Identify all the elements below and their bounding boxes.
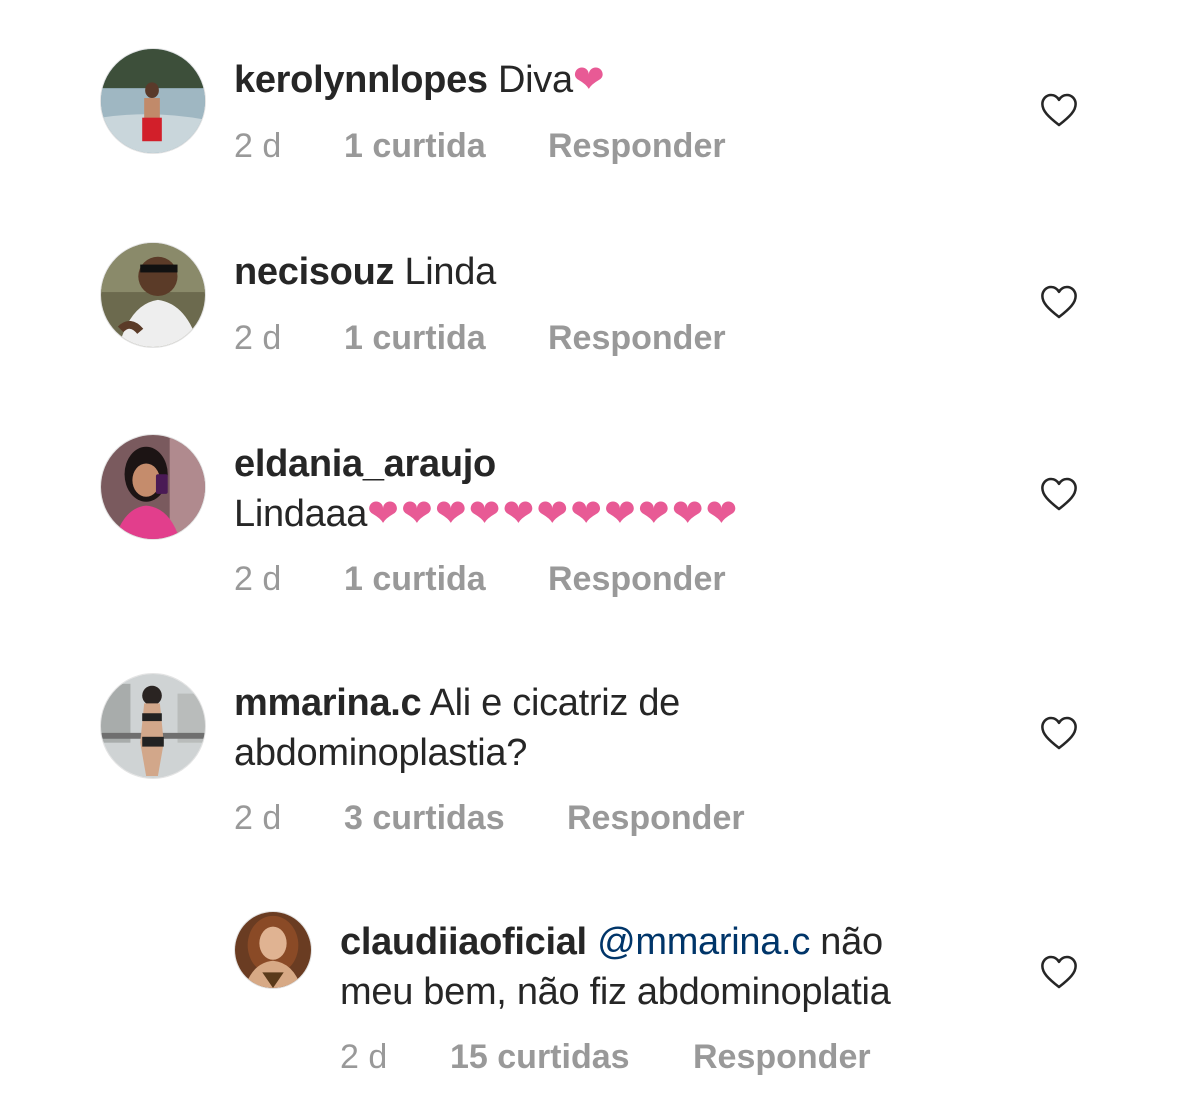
comment-likes[interactable]: 1 curtida — [344, 126, 486, 166]
comment-likes[interactable]: 3 curtidas — [344, 798, 505, 838]
comment-text: Lindaaa❤❤❤❤❤❤❤❤❤❤❤ — [234, 489, 739, 539]
comment-username[interactable]: eldania_araujo — [234, 443, 496, 485]
comment-content: não — [810, 921, 883, 963]
comment-text-line2: abdominoplastia? — [234, 732, 528, 774]
comment-body: kerolynnlopes Diva❤ — [234, 55, 607, 105]
comment-likes[interactable]: 15 curtidas — [450, 1037, 630, 1077]
comment-username[interactable]: claudiiaoficial — [340, 921, 587, 963]
mention-link[interactable]: @mmarina.c — [597, 921, 810, 963]
comment-time: 2 d — [340, 1038, 388, 1076]
heart-outline-icon[interactable] — [1040, 715, 1078, 751]
reply-button[interactable]: Responder — [567, 798, 745, 838]
comment-time: 2 d — [234, 560, 282, 598]
reply-button[interactable]: Responder — [548, 126, 726, 166]
comment-body: claudiiaoficial @mmarina.c não meu bem, … — [340, 917, 891, 1017]
comment-body: necisouz Linda — [234, 247, 496, 297]
comment-body: mmarina.c Ali e cicatriz de abdominoplas… — [234, 678, 680, 778]
comment-username-line: eldania_araujo — [234, 439, 739, 489]
reply-button[interactable]: Responder — [548, 559, 726, 599]
comment-list: kerolynnlopes Diva❤ 2 d 1 curtida Respon… — [0, 0, 1200, 1113]
comment-content: Linda — [394, 251, 496, 293]
comment-text: necisouz Linda — [234, 247, 496, 297]
reply-button[interactable]: Responder — [693, 1037, 871, 1077]
heart-emoji: ❤❤❤❤❤❤❤❤❤❤❤ — [367, 493, 740, 535]
comment-content: Diva — [487, 59, 573, 101]
comment-username[interactable]: mmarina.c — [234, 682, 422, 724]
avatar[interactable] — [100, 434, 206, 540]
comment-body: eldania_araujo Lindaaa❤❤❤❤❤❤❤❤❤❤❤ — [234, 439, 739, 539]
comment-username[interactable]: necisouz — [234, 251, 395, 293]
comment-content: Lindaaa — [234, 493, 368, 535]
comment-time: 2 d — [234, 319, 282, 357]
comment-text: kerolynnlopes Diva❤ — [234, 55, 607, 105]
comment-username[interactable]: kerolynnlopes — [234, 59, 488, 101]
heart-outline-icon[interactable] — [1040, 476, 1078, 512]
avatar[interactable] — [100, 48, 206, 154]
comment-text-line2: meu bem, não fiz abdominoplatia — [340, 971, 891, 1013]
avatar[interactable] — [234, 911, 312, 989]
heart-outline-icon[interactable] — [1040, 284, 1078, 320]
heart-outline-icon[interactable] — [1040, 954, 1078, 990]
comment-text: claudiiaoficial @mmarina.c não — [340, 917, 890, 967]
heart-outline-icon[interactable] — [1040, 92, 1078, 128]
comment-likes[interactable]: 1 curtida — [344, 559, 486, 599]
comment-likes[interactable]: 1 curtida — [344, 318, 486, 358]
comment-content: Ali e cicatriz de — [421, 682, 681, 724]
comment-time: 2 d — [234, 799, 282, 837]
heart-emoji: ❤ — [572, 59, 607, 101]
comment-text: mmarina.c Ali e cicatriz de — [234, 678, 680, 728]
reply-button[interactable]: Responder — [548, 318, 726, 358]
comment-time: 2 d — [234, 127, 282, 165]
avatar[interactable] — [100, 242, 206, 348]
avatar[interactable] — [100, 673, 206, 779]
